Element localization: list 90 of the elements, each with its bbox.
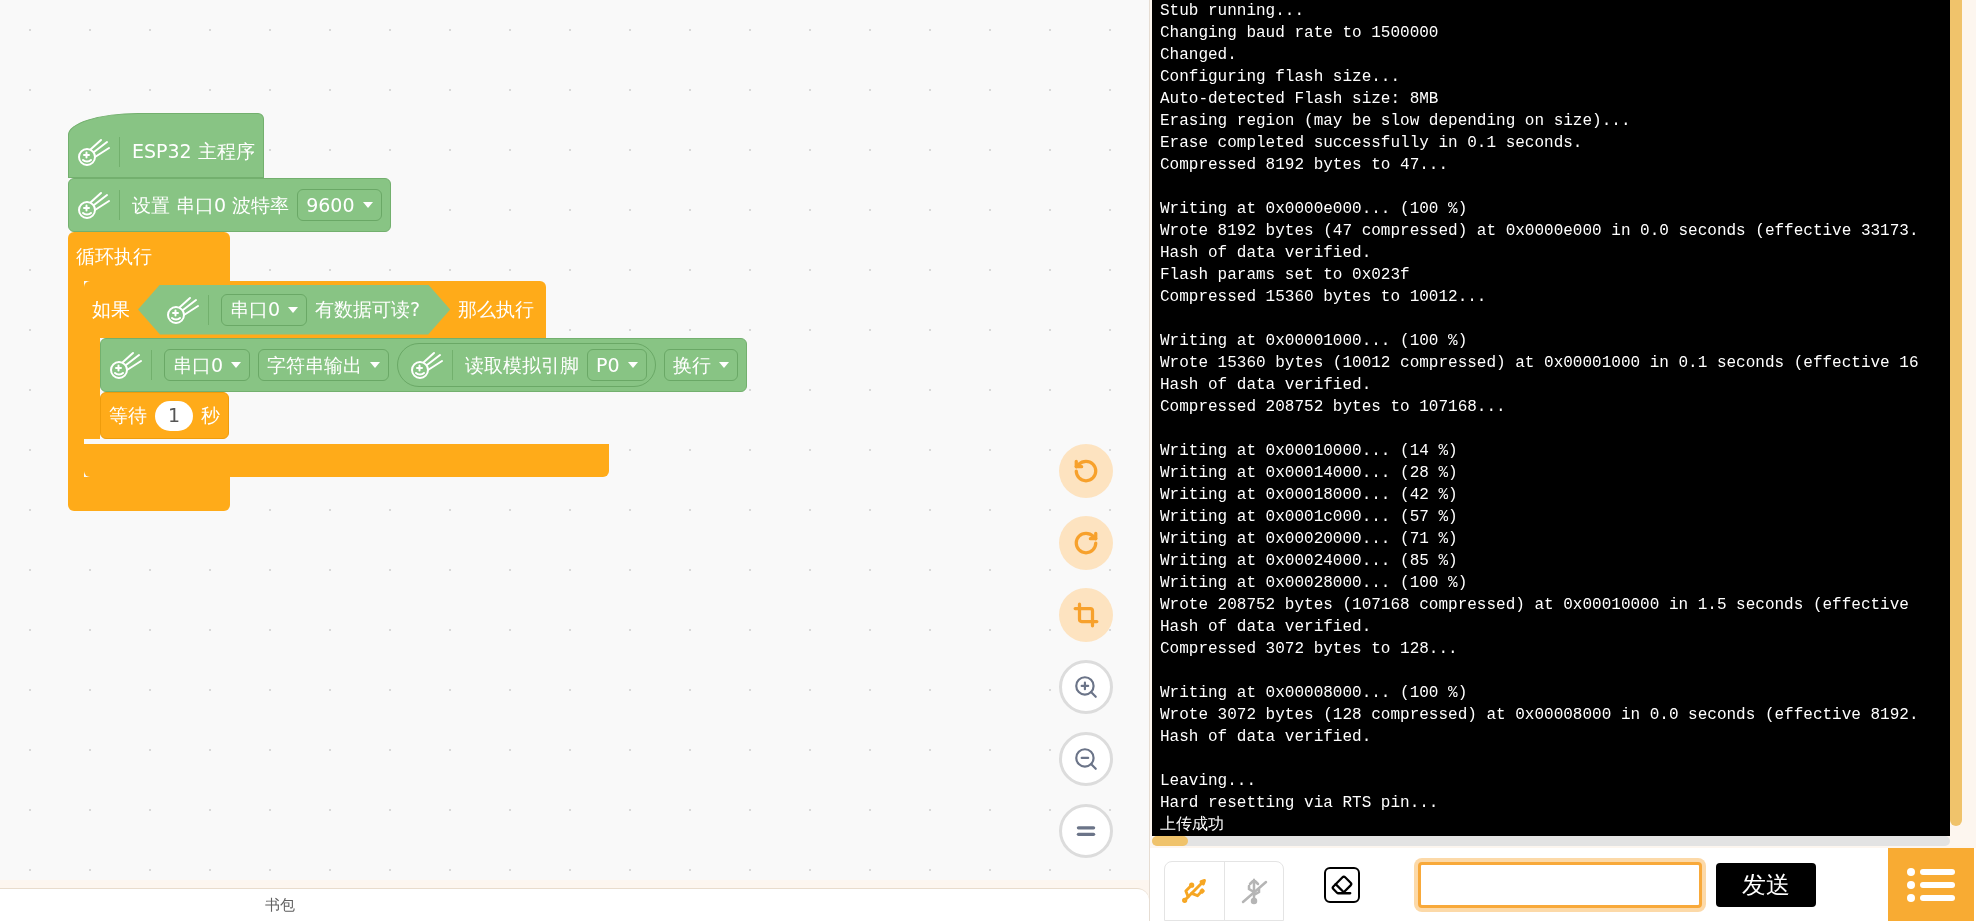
console-line: Writing at 0x0001c000... (57 %) xyxy=(1160,507,1458,528)
console-line: Auto-detected Flash size: 8MB xyxy=(1160,89,1439,110)
crop-icon xyxy=(1073,602,1099,628)
number-field[interactable]: 1 xyxy=(155,400,193,431)
loop-block[interactable]: 循环执行 如果 串口0 有数据可读? 那么执行 串口0 字符串输出 读取模拟引脚 P0 换行 等待 1 秒 xyxy=(68,232,747,511)
console-line: Writing at 0x00001000... (100 %) xyxy=(1160,331,1468,352)
dropdown[interactable]: 字符串输出 xyxy=(258,349,390,381)
console-line: Hash of data verified. xyxy=(1160,375,1372,396)
console-line: Compressed 15360 bytes to 10012... xyxy=(1160,287,1487,308)
dropdown[interactable]: 9600 xyxy=(297,189,382,221)
console-line: Hash of data verified. xyxy=(1160,617,1372,638)
console-line: Wrote 8192 bytes (47 compressed) at 0x0000e000 in 0.0 seconds (effective 33173. xyxy=(1160,221,1919,242)
console-line: Writing at 0x00010000... (14 %) xyxy=(1160,441,1458,462)
clear-button[interactable] xyxy=(1324,866,1360,903)
zoom-in-icon xyxy=(1073,674,1099,700)
list-icon xyxy=(1907,867,1955,902)
console-line: Writing at 0x00024000... (85 %) xyxy=(1160,551,1458,572)
console-line: Writing at 0x00008000... (100 %) xyxy=(1160,683,1468,704)
caret-icon xyxy=(288,306,299,313)
block-label: 设置 串口0 波特率 xyxy=(132,192,290,218)
console-line: Hash of data verified. xyxy=(1160,243,1372,264)
caret-icon xyxy=(362,202,373,208)
comet-icon xyxy=(410,350,445,380)
console-line: Writing at 0x0000e000... (100 %) xyxy=(1160,199,1468,220)
comet-icon xyxy=(77,190,111,220)
block-label: 循环执行 xyxy=(76,244,152,270)
eraser-icon xyxy=(1331,873,1353,896)
block-label: 读取模拟引脚 xyxy=(465,352,580,378)
console-line: Writing at 0x00028000... (100 %) xyxy=(1160,573,1468,594)
redo-icon xyxy=(1073,530,1099,556)
block-label: 那么执行 xyxy=(458,297,535,323)
console-line: Compressed 208752 bytes to 107168... xyxy=(1160,397,1506,418)
zoom-out-icon xyxy=(1073,746,1099,772)
block-label: 有数据可读? xyxy=(315,297,421,323)
vertical-scrollbar[interactable] xyxy=(1950,0,1962,826)
dropdown[interactable]: 串口0 xyxy=(164,349,251,381)
console-line: Hard resetting via RTS pin... xyxy=(1160,793,1439,814)
console-line: Changed. xyxy=(1160,45,1237,66)
console-line: Wrote 3072 bytes (128 compressed) at 0x00008000 in 0.0 seconds (effective 8192. xyxy=(1160,705,1919,726)
console-line: Writing at 0x00018000... (42 %) xyxy=(1160,485,1458,506)
console-line: Configuring flash size... xyxy=(1160,67,1401,88)
console-line: Compressed 8192 bytes to 47... xyxy=(1160,155,1449,176)
block-label: ESP32 主程序 xyxy=(132,139,255,165)
block-label: 如果 xyxy=(92,297,130,323)
block-label: 等待 xyxy=(109,403,147,429)
dropdown[interactable]: 换行 xyxy=(663,349,738,381)
menu-button[interactable] xyxy=(1888,848,1974,921)
caret-icon xyxy=(231,362,242,368)
statement-block[interactable]: 串口0 字符串输出 读取模拟引脚 P0 换行 xyxy=(100,338,747,392)
if-block[interactable]: 如果 串口0 有数据可读? 那么执行 串口0 字符串输出 读取模拟引脚 P0 换行 等待 1 秒 xyxy=(84,281,747,477)
hat-block[interactable]: ESP32 主程序 xyxy=(68,113,264,178)
console-line: Wrote 208752 bytes (107168 compressed) at 0x00010000 in 1.5 seconds (effective xyxy=(1160,595,1909,616)
console-line: Erase completed successfully in 0.1 seconds. xyxy=(1160,133,1583,154)
usb-icon xyxy=(1180,877,1209,905)
comet-icon xyxy=(109,350,143,380)
zoom-out-button[interactable] xyxy=(1059,732,1113,786)
console-line: Flash params set to 0x023f xyxy=(1160,265,1410,286)
send-button[interactable]: 发送 xyxy=(1716,862,1816,907)
dropdown[interactable]: P0 xyxy=(587,349,647,381)
redo-button[interactable] xyxy=(1059,516,1113,570)
console-line: Hash of data verified. xyxy=(1160,727,1372,748)
dropdown[interactable]: 串口0 xyxy=(221,293,308,326)
console-line: Writing at 0x00020000... (71 %) xyxy=(1160,529,1458,550)
comet-icon xyxy=(77,136,111,167)
comet-icon xyxy=(166,294,200,325)
undo-icon xyxy=(1073,458,1099,484)
zoom-in-button[interactable] xyxy=(1059,660,1113,714)
reporter-block[interactable]: 读取模拟引脚 P0 xyxy=(397,343,656,387)
caret-icon xyxy=(370,362,381,368)
console-line: Changing baud rate to 1500000 xyxy=(1160,23,1439,44)
reset-zoom-button[interactable] xyxy=(1059,804,1113,858)
console-line: Erasing region (may be slow depending on size)... xyxy=(1160,111,1631,132)
block-label: 秒 xyxy=(201,403,220,429)
console-line: 上传成功 xyxy=(1160,814,1224,836)
condition-block[interactable]: 串口0 有数据可读? xyxy=(138,284,451,335)
crop-button[interactable] xyxy=(1059,588,1113,642)
console-line: Stub running... xyxy=(1160,1,1305,22)
console-line: Writing at 0x00014000... (28 %) xyxy=(1160,463,1458,484)
caret-icon xyxy=(718,362,729,368)
workspace-canvas[interactable]: ESP32 主程序 设置 串口0 波特率 9600 循环执行 如果 串口0 有数据可读? 那么执行 串口0 字符串输出 读取模拟引脚 P0 换行 等待 1 秒 xyxy=(0,0,1149,880)
wait-block[interactable]: 等待 1 秒 xyxy=(100,392,229,439)
caret-icon xyxy=(627,362,638,368)
console-line: Wrote 15360 bytes (10012 compressed) at 0x00001000 in 0.1 seconds (effective 16 xyxy=(1160,353,1919,374)
console-line: Compressed 3072 bytes to 128... xyxy=(1160,639,1458,660)
undo-button[interactable] xyxy=(1059,444,1113,498)
horizontal-scrollbar[interactable] xyxy=(1152,836,1950,846)
statement-block[interactable]: 设置 串口0 波特率 9600 xyxy=(68,178,391,232)
backpack-tab[interactable]: 书包 xyxy=(265,893,295,917)
console-line: Leaving... xyxy=(1160,771,1256,792)
send-input-field[interactable] xyxy=(1418,861,1702,908)
